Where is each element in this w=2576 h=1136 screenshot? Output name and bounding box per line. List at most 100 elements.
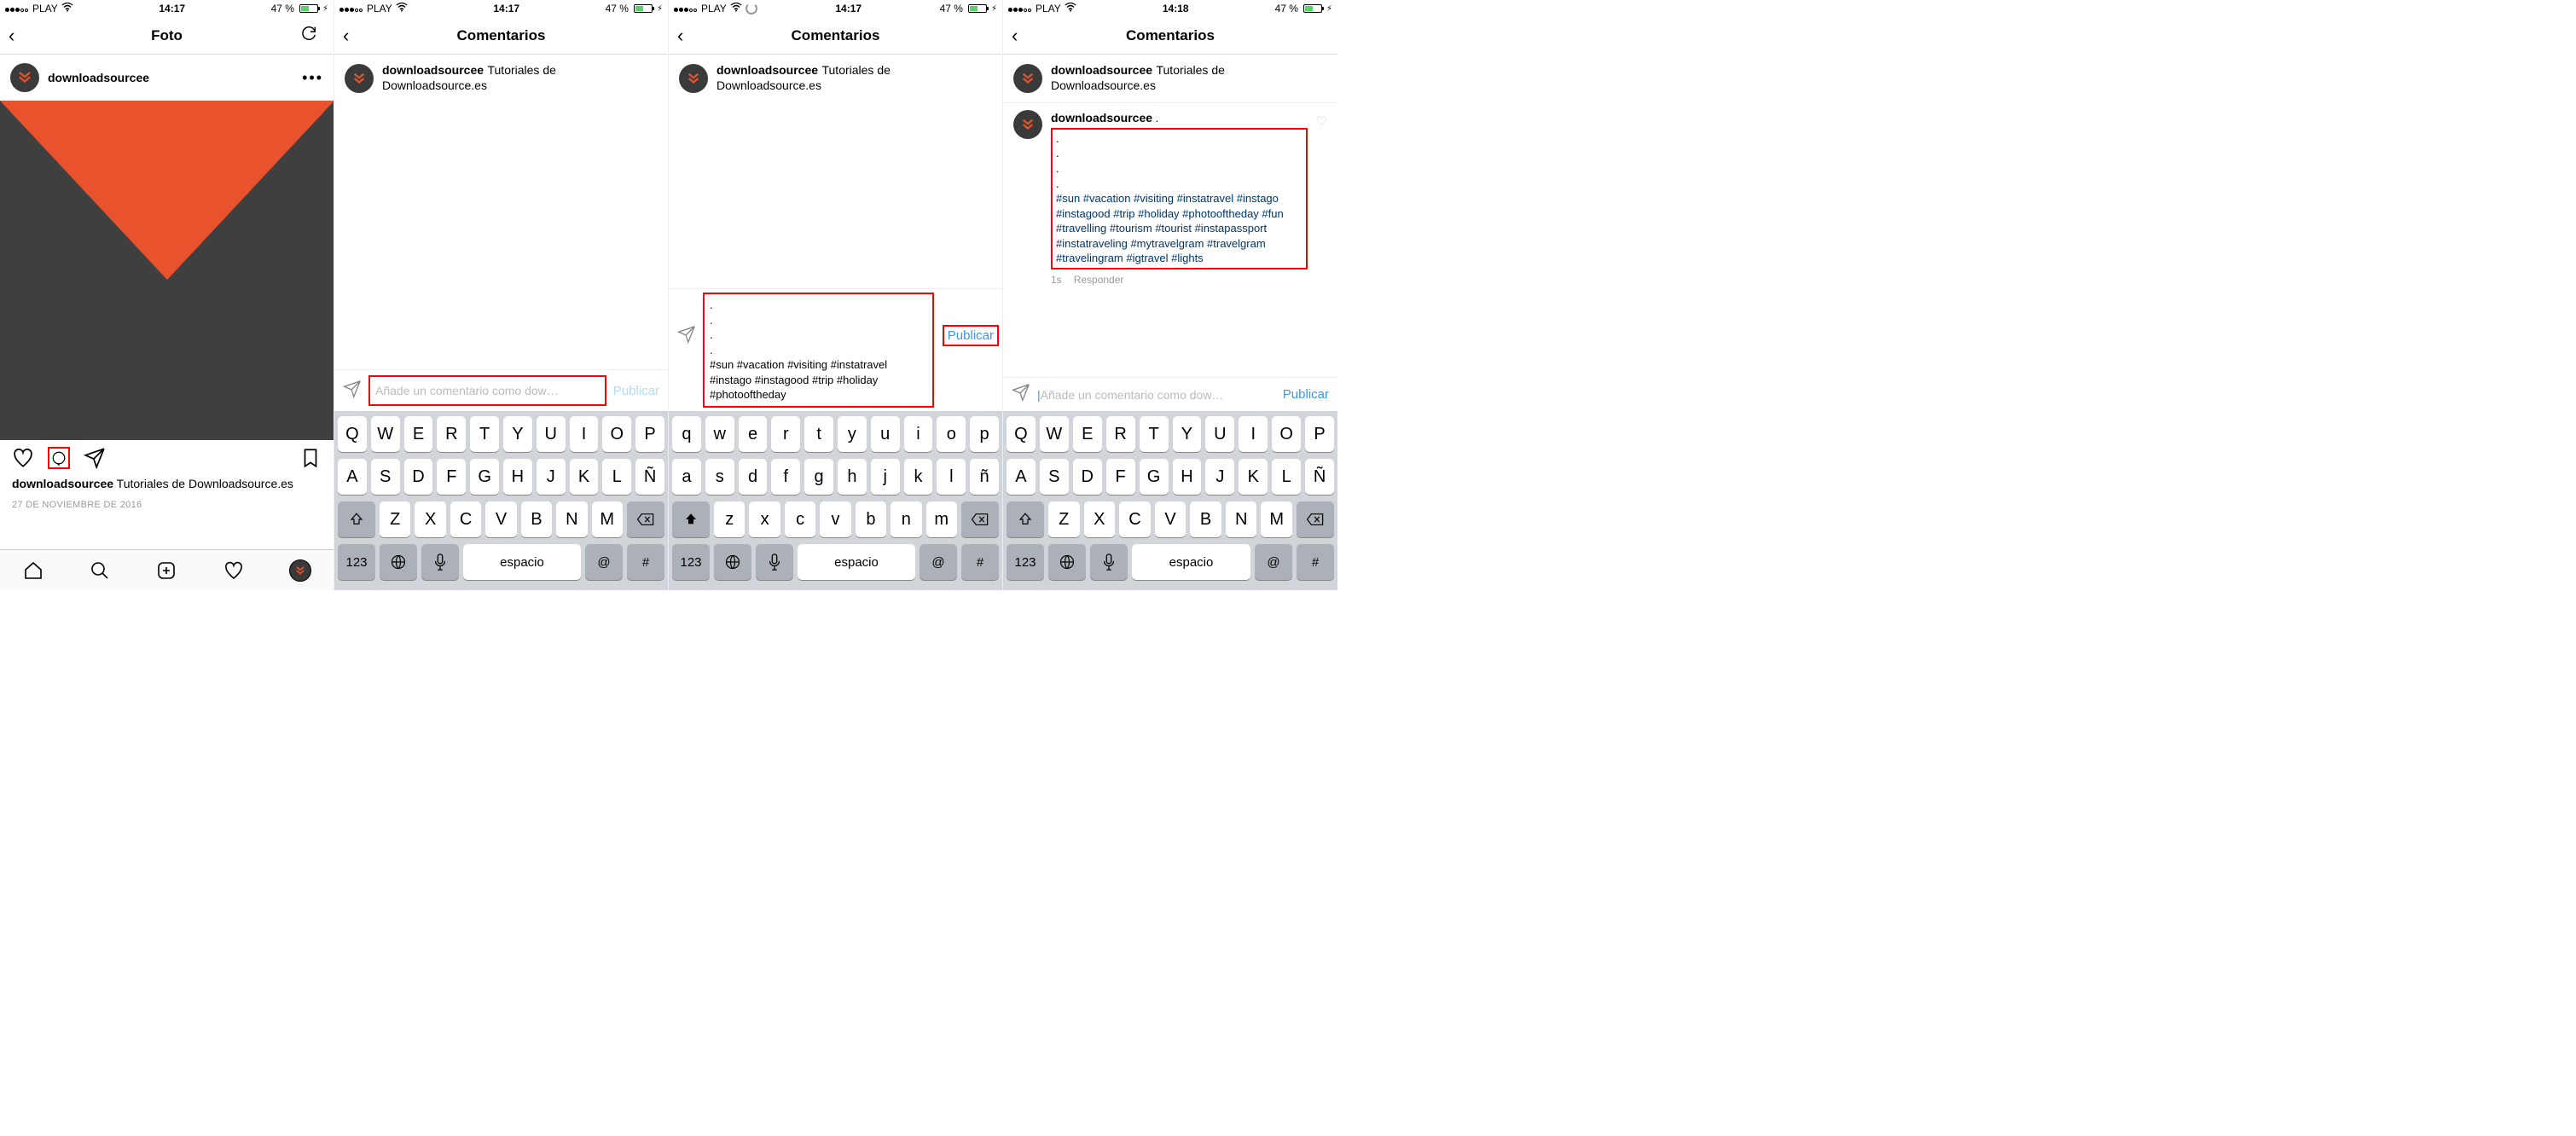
key-t[interactable]: T: [470, 416, 499, 452]
key-x[interactable]: X: [1084, 501, 1116, 537]
key-o[interactable]: O: [1272, 416, 1301, 452]
key-d[interactable]: D: [1073, 459, 1102, 495]
back-button[interactable]: ‹: [1012, 25, 1037, 47]
keyboard[interactable]: QWERTYUIOP ASDFGHJKLÑ ZXCVBNM 123espacio…: [1003, 411, 1337, 590]
comment-button[interactable]: [48, 447, 70, 469]
refresh-button[interactable]: [299, 24, 325, 48]
key-l[interactable]: L: [1272, 459, 1301, 495]
key-space[interactable]: espacio: [798, 544, 915, 580]
key-f[interactable]: F: [1106, 459, 1135, 495]
key-a[interactable]: a: [672, 459, 701, 495]
key-mic[interactable]: [421, 544, 459, 580]
key-z[interactable]: Z: [1048, 501, 1080, 537]
publish-button[interactable]: Publicar: [613, 384, 659, 398]
key-123[interactable]: 123: [338, 544, 375, 580]
key-u[interactable]: U: [537, 416, 566, 452]
key-k[interactable]: K: [570, 459, 599, 495]
key-d[interactable]: d: [739, 459, 768, 495]
key-m[interactable]: M: [1261, 501, 1292, 537]
key-e[interactable]: e: [739, 416, 768, 452]
key-a[interactable]: A: [1007, 459, 1036, 495]
key-w[interactable]: W: [1040, 416, 1069, 452]
key-i[interactable]: I: [1239, 416, 1268, 452]
more-button[interactable]: •••: [302, 69, 323, 87]
key-h[interactable]: H: [503, 459, 532, 495]
key-m[interactable]: m: [926, 501, 957, 537]
publish-button[interactable]: Publicar: [1283, 387, 1329, 402]
username-label[interactable]: downloadsourcee: [717, 63, 818, 77]
key-z[interactable]: Z: [380, 501, 410, 537]
key-z[interactable]: z: [714, 501, 745, 537]
key-space[interactable]: espacio: [463, 544, 581, 580]
key-v[interactable]: v: [820, 501, 850, 537]
avatar[interactable]: [345, 64, 374, 93]
key-p[interactable]: P: [1305, 416, 1334, 452]
key-s[interactable]: S: [1040, 459, 1069, 495]
key-ñ[interactable]: ñ: [970, 459, 999, 495]
key-u[interactable]: U: [1205, 416, 1234, 452]
key-t[interactable]: t: [804, 416, 833, 452]
key-m[interactable]: M: [592, 501, 623, 537]
key-i[interactable]: I: [570, 416, 599, 452]
key-123[interactable]: 123: [1007, 544, 1044, 580]
tab-search[interactable]: [89, 559, 111, 582]
key-b[interactable]: B: [1190, 501, 1221, 537]
key-backspace[interactable]: [627, 501, 664, 537]
key-backspace[interactable]: [961, 501, 999, 537]
key-b[interactable]: b: [856, 501, 886, 537]
keyboard[interactable]: QWERTYUIOP ASDFGHJKLÑ ZXCVBNM 123espacio…: [334, 411, 668, 590]
avatar[interactable]: [1013, 110, 1042, 139]
tab-activity[interactable]: [223, 559, 245, 582]
key-g[interactable]: G: [470, 459, 499, 495]
key-n[interactable]: n: [891, 501, 921, 537]
publish-button[interactable]: Publicar: [943, 325, 999, 346]
key-ñ[interactable]: Ñ: [635, 459, 664, 495]
key-hash[interactable]: #: [627, 544, 664, 580]
key-c[interactable]: C: [450, 501, 481, 537]
key-j[interactable]: J: [537, 459, 566, 495]
key-k[interactable]: k: [904, 459, 933, 495]
key-y[interactable]: y: [838, 416, 867, 452]
comment-hashtags[interactable]: #sun #vacation #visiting #instatravel #i…: [1056, 191, 1303, 266]
key-b[interactable]: B: [521, 501, 552, 537]
key-h[interactable]: h: [838, 459, 867, 495]
key-c[interactable]: C: [1119, 501, 1151, 537]
avatar[interactable]: [679, 64, 708, 93]
key-hash[interactable]: #: [961, 544, 999, 580]
comment-input[interactable]: . . . . #sun #vacation #visiting #instat…: [703, 293, 934, 408]
key-j[interactable]: J: [1205, 459, 1234, 495]
key-ñ[interactable]: Ñ: [1305, 459, 1334, 495]
key-n[interactable]: N: [556, 501, 587, 537]
key-p[interactable]: P: [635, 416, 664, 452]
post-image[interactable]: [0, 101, 334, 440]
key-f[interactable]: f: [771, 459, 800, 495]
key-at[interactable]: @: [1255, 544, 1292, 580]
comment-input[interactable]: Añade un comentario como dow…: [368, 375, 606, 406]
like-button[interactable]: [12, 447, 34, 469]
key-x[interactable]: x: [749, 501, 780, 537]
key-r[interactable]: r: [771, 416, 800, 452]
tab-profile[interactable]: [289, 559, 311, 582]
caption-username[interactable]: downloadsourcee: [12, 477, 113, 490]
like-comment-button[interactable]: ♡: [1316, 113, 1327, 287]
key-s[interactable]: s: [705, 459, 734, 495]
comment-input[interactable]: |Añade un comentario como dow…: [1037, 388, 1276, 402]
key-a[interactable]: A: [338, 459, 367, 495]
key-globe[interactable]: [380, 544, 417, 580]
avatar[interactable]: [1013, 64, 1042, 93]
key-at[interactable]: @: [585, 544, 623, 580]
key-mic[interactable]: [1090, 544, 1128, 580]
key-s[interactable]: S: [371, 459, 400, 495]
key-space[interactable]: espacio: [1132, 544, 1250, 580]
key-n[interactable]: N: [1226, 501, 1257, 537]
key-shift[interactable]: [672, 501, 710, 537]
key-l[interactable]: l: [937, 459, 966, 495]
key-g[interactable]: G: [1140, 459, 1169, 495]
key-l[interactable]: L: [602, 459, 631, 495]
share-button[interactable]: [84, 447, 106, 469]
bookmark-button[interactable]: [299, 447, 322, 469]
key-j[interactable]: j: [871, 459, 900, 495]
key-o[interactable]: O: [602, 416, 631, 452]
key-123[interactable]: 123: [672, 544, 710, 580]
back-button[interactable]: ‹: [343, 25, 368, 47]
